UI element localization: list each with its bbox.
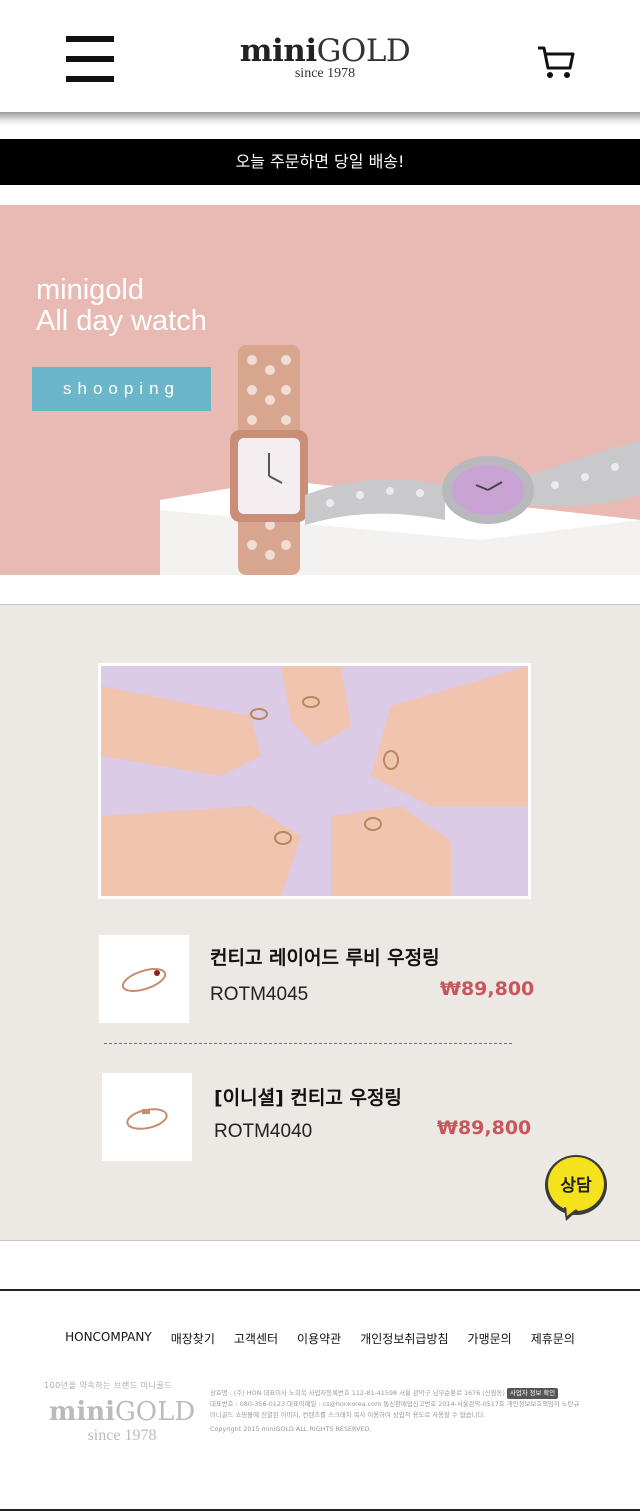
hamburger-menu-icon[interactable] bbox=[66, 36, 114, 82]
product-price: ₩89,800 bbox=[440, 978, 535, 1000]
logo-wordmark: miniGOLD bbox=[230, 34, 420, 68]
footer-logo-gold: GOLD bbox=[114, 1397, 196, 1427]
site-header: miniGOLD since 1978 bbox=[0, 0, 640, 116]
footer-top-border bbox=[0, 1289, 640, 1291]
shopping-button[interactable]: shooping bbox=[32, 367, 211, 411]
company-info: 상호명 : (주) HON 대표이사 노희옥 사업자등록번호 112-81-41… bbox=[210, 1388, 638, 1435]
footer-links: HONCOMPANY 매장찾기 고객센터 이용약관 개인정보취급방침 가맹문의 … bbox=[0, 1330, 640, 1347]
footer-logo-since: since 1978 bbox=[87, 1427, 157, 1444]
product-thumbnail[interactable] bbox=[102, 1073, 192, 1161]
menu-bar bbox=[66, 76, 114, 82]
cart-icon[interactable] bbox=[536, 42, 576, 82]
watch-product-image bbox=[230, 345, 640, 575]
business-info-check-button[interactable]: 사업자 정보 확인 bbox=[506, 1388, 559, 1399]
footer-link-customer-center[interactable]: 고객센터 bbox=[234, 1330, 278, 1347]
company-info-text: 상호명 : (주) HON 대표이사 노희옥 사업자등록번호 112-81-41… bbox=[210, 1389, 505, 1397]
company-info-line: 상호명 : (주) HON 대표이사 노희옥 사업자등록번호 112-81-41… bbox=[210, 1388, 638, 1399]
product-section: 컨티고 레이어드 루비 우정링 ROTM4045 ₩89,800 [이니셜] 컨… bbox=[0, 604, 640, 1241]
footer-link-privacy[interactable]: 개인정보취급방침 bbox=[360, 1330, 448, 1347]
chat-label: 상담 bbox=[560, 1176, 592, 1196]
footer-link-terms[interactable]: 이용약관 bbox=[297, 1330, 341, 1347]
hands-with-rings-image bbox=[101, 666, 528, 896]
product-code: ROTM4040 bbox=[214, 1121, 313, 1142]
banner-title-line1: minigold bbox=[36, 274, 144, 306]
banner-title-line2: All day watch bbox=[36, 305, 207, 337]
product-item[interactable]: 컨티고 레이어드 루비 우정링 ROTM4045 ₩89,800 bbox=[0, 935, 640, 1025]
banner-title: minigold All day watch bbox=[36, 275, 207, 337]
footer-link-partnership[interactable]: 제휴문의 bbox=[531, 1330, 575, 1347]
product-name: [이니셜] 컨티고 우정링 bbox=[214, 1087, 402, 1109]
product-item[interactable]: [이니셜] 컨티고 우정링 ROTM4040 ₩89,800 bbox=[0, 1073, 640, 1163]
product-divider bbox=[104, 1043, 512, 1044]
menu-bar bbox=[66, 36, 114, 42]
watch-banner[interactable]: minigold All day watch shooping bbox=[0, 205, 640, 575]
friendship-rings-photo[interactable] bbox=[98, 663, 531, 899]
header-shadow bbox=[0, 112, 640, 126]
footer-link-honcompany[interactable]: HONCOMPANY bbox=[65, 1330, 152, 1347]
product-code: ROTM4045 bbox=[210, 984, 309, 1005]
footer-link-store-finder[interactable]: 매장찾기 bbox=[171, 1330, 215, 1347]
product-name: 컨티고 레이어드 루비 우정링 bbox=[210, 947, 440, 969]
delivery-notice-bar: 오늘 주문하면 당일 배송! bbox=[0, 139, 640, 185]
footer-logo-tagline: 100년을 약속하는 브랜드 미니골드 bbox=[44, 1381, 173, 1390]
menu-bar bbox=[66, 56, 114, 62]
footer-bottom-border bbox=[0, 1509, 640, 1511]
product-thumbnail[interactable] bbox=[99, 935, 189, 1023]
footer-logo-mini: mini bbox=[48, 1397, 115, 1427]
company-info-line: 미니골드 쇼핑몰에 진열된 이미지, 컨텐츠를 스크래치 복사 이용하여 상업적… bbox=[210, 1411, 486, 1419]
logo-gold-text: GOLD bbox=[316, 33, 411, 69]
product-price: ₩89,800 bbox=[437, 1117, 532, 1139]
company-info-line: 대표번호 : 080-356-0123 대표이메일 : cs@honkorea.… bbox=[210, 1400, 580, 1408]
consultation-chat-button[interactable]: 상담 bbox=[544, 1153, 608, 1223]
logo-mini-text: mini bbox=[239, 33, 317, 69]
copyright-text: Copyright 2015 miniGOLD ALL RIGHTS RESER… bbox=[210, 1425, 372, 1433]
minigold-logo[interactable]: miniGOLD since 1978 bbox=[230, 34, 420, 86]
footer-logo: 100년을 약속하는 브랜드 미니골드 miniGOLD since 1978 bbox=[42, 1380, 202, 1445]
footer-logo-wordmark: miniGOLD bbox=[42, 1397, 202, 1427]
footer-link-franchise[interactable]: 가맹문의 bbox=[468, 1330, 512, 1347]
